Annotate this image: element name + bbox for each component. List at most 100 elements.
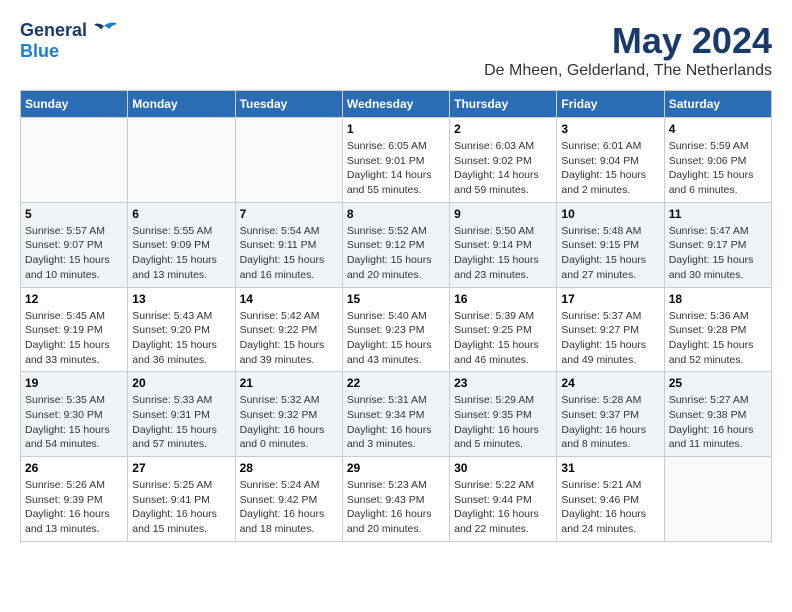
day-info: Sunrise: 5:29 AMSunset: 9:35 PMDaylight:… (454, 393, 552, 452)
day-info: Sunrise: 5:36 AMSunset: 9:28 PMDaylight:… (669, 309, 767, 368)
day-info: Sunrise: 5:50 AMSunset: 9:14 PMDaylight:… (454, 224, 552, 283)
day-info: Sunrise: 5:24 AMSunset: 9:42 PMDaylight:… (240, 478, 338, 537)
day-info: Sunrise: 5:27 AMSunset: 9:38 PMDaylight:… (669, 393, 767, 452)
calendar-cell: 25Sunrise: 5:27 AMSunset: 9:38 PMDayligh… (664, 372, 771, 457)
day-info: Sunrise: 5:32 AMSunset: 9:32 PMDaylight:… (240, 393, 338, 452)
calendar-header-monday: Monday (128, 91, 235, 118)
day-info: Sunrise: 5:33 AMSunset: 9:31 PMDaylight:… (132, 393, 230, 452)
calendar-cell: 10Sunrise: 5:48 AMSunset: 9:15 PMDayligh… (557, 202, 664, 287)
day-info: Sunrise: 5:26 AMSunset: 9:39 PMDaylight:… (25, 478, 123, 537)
day-number: 5 (25, 207, 123, 221)
calendar-cell: 18 Sunrise: 5:36 AMSunset: 9:28 PMDayligh… (664, 287, 771, 372)
day-number: 19 (25, 376, 123, 390)
calendar-cell: 17 Sunrise: 5:37 AMSunset: 9:27 PMDayligh… (557, 287, 664, 372)
calendar-cell: 19 Sunrise: 5:35 AMSunset: 9:30 PMDayligh… (21, 372, 128, 457)
calendar-cell: 15 Sunrise: 5:40 AMSunset: 9:23 PMDayligh… (342, 287, 449, 372)
day-number: 26 (25, 461, 123, 475)
day-info: Sunrise: 5:47 AMSunset: 9:17 PMDaylight:… (669, 224, 767, 283)
calendar-week-row: 19 Sunrise: 5:35 AMSunset: 9:30 PMDayligh… (21, 372, 772, 457)
day-info: Sunrise: 5:21 AMSunset: 9:46 PMDaylight:… (561, 478, 659, 537)
day-info: Sunrise: 5:35 AMSunset: 9:30 PMDaylight:… (25, 393, 123, 452)
day-number: 22 (347, 376, 445, 390)
logo-blue-text: Blue (20, 41, 59, 62)
day-number: 18 (669, 292, 767, 306)
day-info: Sunrise: 5:54 AMSunset: 9:11 PMDaylight:… (240, 224, 338, 283)
day-number: 1 (347, 122, 445, 136)
day-info: Sunrise: 5:45 AMSunset: 9:19 PMDaylight:… (25, 309, 123, 368)
calendar-cell: 26 Sunrise: 5:26 AMSunset: 9:39 PMDayligh… (21, 457, 128, 542)
day-info: Sunrise: 5:37 AMSunset: 9:27 PMDaylight:… (561, 309, 659, 368)
day-info: Sunrise: 5:39 AMSunset: 9:25 PMDaylight:… (454, 309, 552, 368)
day-number: 21 (240, 376, 338, 390)
day-info: Sunrise: 5:28 AMSunset: 9:37 PMDaylight:… (561, 393, 659, 452)
day-info: Sunrise: 5:31 AMSunset: 9:34 PMDaylight:… (347, 393, 445, 452)
day-info: Sunrise: 5:23 AMSunset: 9:43 PMDaylight:… (347, 478, 445, 537)
day-info: Sunrise: 6:01 AMSunset: 9:04 PMDaylight:… (561, 139, 659, 198)
logo-general-text: General (20, 20, 87, 41)
calendar-week-row: 1 Sunrise: 6:05 AMSunset: 9:01 PMDaylight… (21, 118, 772, 203)
day-info: Sunrise: 6:03 AMSunset: 9:02 PMDaylight:… (454, 139, 552, 198)
day-number: 23 (454, 376, 552, 390)
calendar-header-row: SundayMondayTuesdayWednesdayThursdayFrid… (21, 91, 772, 118)
calendar-cell: 28Sunrise: 5:24 AMSunset: 9:42 PMDayligh… (235, 457, 342, 542)
calendar-header-thursday: Thursday (450, 91, 557, 118)
calendar-cell: 11Sunrise: 5:47 AMSunset: 9:17 PMDayligh… (664, 202, 771, 287)
logo-bird-icon (89, 21, 119, 41)
calendar-cell (664, 457, 771, 542)
day-number: 3 (561, 122, 659, 136)
calendar-cell: 1 Sunrise: 6:05 AMSunset: 9:01 PMDaylight… (342, 118, 449, 203)
month-title: May 2024 (484, 20, 772, 62)
calendar-week-row: 5 Sunrise: 5:57 AMSunset: 9:07 PMDaylight… (21, 202, 772, 287)
calendar-cell: 30Sunrise: 5:22 AMSunset: 9:44 PMDayligh… (450, 457, 557, 542)
calendar-cell (235, 118, 342, 203)
day-info: Sunrise: 5:57 AMSunset: 9:07 PMDaylight:… (25, 224, 123, 283)
day-info: Sunrise: 5:22 AMSunset: 9:44 PMDaylight:… (454, 478, 552, 537)
calendar-cell: 12 Sunrise: 5:45 AMSunset: 9:19 PMDayligh… (21, 287, 128, 372)
day-info: Sunrise: 5:40 AMSunset: 9:23 PMDaylight:… (347, 309, 445, 368)
day-number: 4 (669, 122, 767, 136)
calendar-cell: 16 Sunrise: 5:39 AMSunset: 9:25 PMDayligh… (450, 287, 557, 372)
page-header: General Blue May 2024 De Mheen, Gelderla… (20, 20, 772, 80)
day-info: Sunrise: 5:55 AMSunset: 9:09 PMDaylight:… (132, 224, 230, 283)
calendar-cell: 20 Sunrise: 5:33 AMSunset: 9:31 PMDayligh… (128, 372, 235, 457)
calendar-week-row: 26 Sunrise: 5:26 AMSunset: 9:39 PMDayligh… (21, 457, 772, 542)
calendar-cell: 22 Sunrise: 5:31 AMSunset: 9:34 PMDayligh… (342, 372, 449, 457)
day-number: 7 (240, 207, 338, 221)
day-number: 6 (132, 207, 230, 221)
calendar-header-tuesday: Tuesday (235, 91, 342, 118)
day-number: 12 (25, 292, 123, 306)
calendar-table: SundayMondayTuesdayWednesdayThursdayFrid… (20, 90, 772, 542)
day-info: Sunrise: 6:05 AMSunset: 9:01 PMDaylight:… (347, 139, 445, 198)
day-number: 8 (347, 207, 445, 221)
day-number: 17 (561, 292, 659, 306)
calendar-header-wednesday: Wednesday (342, 91, 449, 118)
day-number: 13 (132, 292, 230, 306)
calendar-cell: 3 Sunrise: 6:01 AMSunset: 9:04 PMDaylight… (557, 118, 664, 203)
calendar-cell: 23 Sunrise: 5:29 AMSunset: 9:35 PMDayligh… (450, 372, 557, 457)
calendar-cell (21, 118, 128, 203)
day-info: Sunrise: 5:59 AMSunset: 9:06 PMDaylight:… (669, 139, 767, 198)
calendar-cell: 8 Sunrise: 5:52 AMSunset: 9:12 PMDaylight… (342, 202, 449, 287)
calendar-cell: 5 Sunrise: 5:57 AMSunset: 9:07 PMDaylight… (21, 202, 128, 287)
day-number: 16 (454, 292, 552, 306)
day-number: 27 (132, 461, 230, 475)
calendar-cell: 9Sunrise: 5:50 AMSunset: 9:14 PMDaylight… (450, 202, 557, 287)
title-area: May 2024 De Mheen, Gelderland, The Nethe… (484, 20, 772, 80)
day-number: 20 (132, 376, 230, 390)
calendar-cell: 27 Sunrise: 5:25 AMSunset: 9:41 PMDayligh… (128, 457, 235, 542)
logo: General Blue (20, 20, 119, 62)
day-number: 31 (561, 461, 659, 475)
day-info: Sunrise: 5:48 AMSunset: 9:15 PMDaylight:… (561, 224, 659, 283)
day-info: Sunrise: 5:52 AMSunset: 9:12 PMDaylight:… (347, 224, 445, 283)
calendar-cell: 21 Sunrise: 5:32 AMSunset: 9:32 PMDayligh… (235, 372, 342, 457)
calendar-cell: 7 Sunrise: 5:54 AMSunset: 9:11 PMDaylight… (235, 202, 342, 287)
day-info: Sunrise: 5:25 AMSunset: 9:41 PMDaylight:… (132, 478, 230, 537)
location-title: De Mheen, Gelderland, The Netherlands (484, 62, 772, 80)
calendar-cell (128, 118, 235, 203)
calendar-header-sunday: Sunday (21, 91, 128, 118)
day-number: 15 (347, 292, 445, 306)
day-number: 29 (347, 461, 445, 475)
calendar-header-friday: Friday (557, 91, 664, 118)
day-number: 2 (454, 122, 552, 136)
calendar-cell: 31 Sunrise: 5:21 AMSunset: 9:46 PMDayligh… (557, 457, 664, 542)
